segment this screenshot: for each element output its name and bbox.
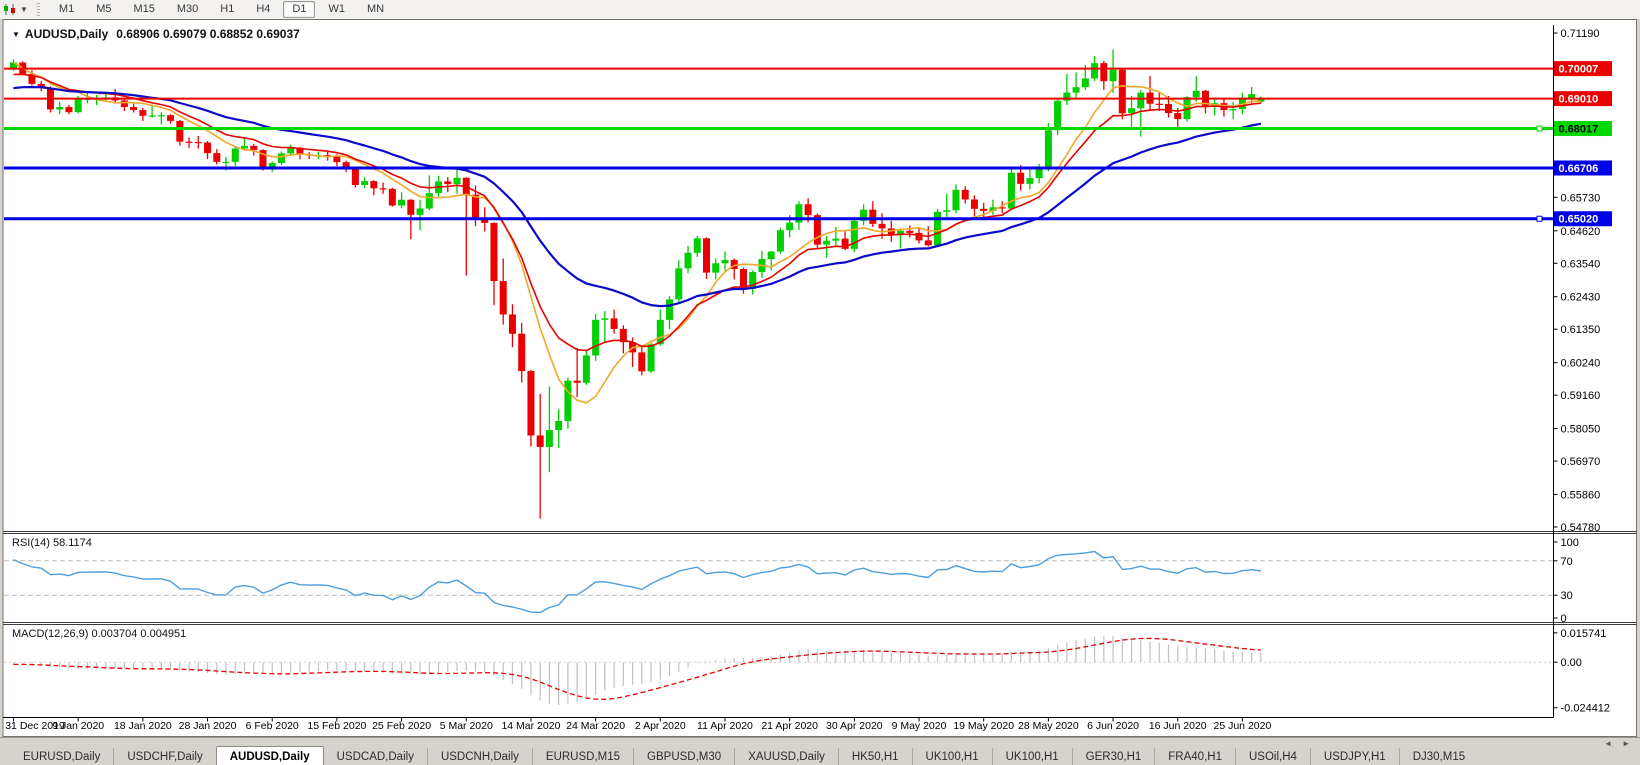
chart-menu-caret-icon[interactable]: ▼	[12, 30, 20, 39]
time-label: 28 Jan 2020	[178, 720, 237, 732]
svg-text:0.65020: 0.65020	[1559, 214, 1599, 226]
svg-text:0.63540: 0.63540	[1561, 258, 1601, 270]
time-label: 16 Jun 2020	[1148, 720, 1207, 732]
svg-text:0.60240: 0.60240	[1561, 358, 1601, 370]
tab-usdcnh-daily[interactable]: USDCNH,Daily	[426, 748, 532, 765]
svg-text:0.015741: 0.015741	[1561, 628, 1607, 640]
chart-window[interactable]: 0.70007 0.69010 0.68017 0.66706 0.65020 0.711…	[0, 19, 1640, 737]
tab-xauusd-daily[interactable]: XAUUSD,Daily	[734, 748, 838, 765]
svg-text:0.55860: 0.55860	[1561, 489, 1601, 501]
period-button-h1[interactable]: H1	[211, 1, 243, 18]
tab-usdcad-daily[interactable]: USDCAD,Daily	[324, 748, 427, 765]
hline-marker	[1536, 215, 1543, 222]
chart-ohlc-values: 0.68906 0.69079 0.68852 0.69037	[116, 27, 300, 41]
tab-scroll-left-button[interactable]: ◄	[1604, 739, 1612, 748]
time-label: 9 Jan 2020	[52, 720, 105, 732]
svg-text:0.56970: 0.56970	[1561, 456, 1601, 468]
chart-title: ▼ AUDUSD,Daily 0.68906 0.69079 0.68852 0.6…	[12, 27, 300, 41]
tab-usdjpy-h1[interactable]: USDJPY,H1	[1309, 748, 1399, 765]
tab-usoil-h4[interactable]: USOil,H4	[1234, 748, 1310, 765]
tab-dj30-m15[interactable]: DJ30,M15	[1398, 748, 1478, 765]
time-label: 11 Apr 2020	[697, 720, 753, 732]
period-button-h4[interactable]: H4	[247, 1, 279, 18]
time-label: 24 Mar 2020	[566, 720, 626, 732]
time-label: 21 Apr 2020	[761, 720, 818, 732]
period-button-mn[interactable]: MN	[358, 1, 393, 18]
svg-text:0: 0	[1561, 613, 1567, 625]
svg-text:0.59160: 0.59160	[1561, 390, 1601, 402]
chart-symbol-label: AUDUSD,Daily	[24, 27, 109, 41]
tab-scroll-right-button[interactable]: ►	[1622, 739, 1630, 748]
tab-hk50-h1[interactable]: HK50,H1	[837, 748, 912, 765]
chart-periods-icon-glyph	[4, 4, 15, 15]
tab-ger30-h1[interactable]: GER30,H1	[1071, 748, 1155, 765]
time-label: 30 Apr 2020	[826, 720, 883, 732]
macd-label: MACD(12,26,9) 0.003704 0.004951	[12, 628, 187, 640]
time-label: 2 Apr 2020	[634, 720, 686, 732]
timeframe-buttons: M1 M5 M15 M30 H1 H4 D1 W1 MN	[48, 1, 395, 18]
period-button-m1[interactable]: M1	[50, 1, 83, 18]
time-label: 25 Jun 2020	[1213, 720, 1272, 732]
svg-text:0.61350: 0.61350	[1561, 324, 1601, 336]
svg-text:0.62430: 0.62430	[1561, 292, 1601, 304]
tab-uk100-h1[interactable]: UK100,H1	[991, 748, 1072, 765]
svg-text:0.66706: 0.66706	[1559, 163, 1599, 175]
toolbar: ▼ M1 M5 M15 M30 H1 H4 D1 W1 MN	[0, 0, 1640, 20]
dropdown-caret-icon[interactable]: ▼	[20, 5, 28, 14]
svg-text:100: 100	[1561, 537, 1579, 549]
svg-text:-0.024412: -0.024412	[1561, 703, 1611, 715]
tab-eurusd-m15[interactable]: EURUSD,M15	[531, 748, 633, 765]
svg-text:0.64620: 0.64620	[1561, 226, 1601, 238]
time-label: 28 May 2020	[1018, 720, 1079, 732]
metatrader-window: { "toolbar": { "periods": ["M1","M5","M1…	[0, 0, 1640, 765]
time-label: 6 Jun 2020	[1087, 720, 1140, 732]
rsi-label: RSI(14) 58.1174	[12, 537, 92, 549]
time-label: 19 May 2020	[953, 720, 1015, 732]
period-button-m15[interactable]: M15	[124, 1, 163, 18]
svg-text:0.68017: 0.68017	[1559, 124, 1599, 136]
chart-tabs: EURUSD,Daily USDCHF,Daily AUDUSD,Daily USDC…	[0, 746, 1640, 765]
time-label: 15 Feb 2020	[307, 720, 367, 732]
time-label: 9 May 2020	[891, 720, 947, 732]
period-button-m30[interactable]: M30	[168, 1, 207, 18]
toolbar-grip	[35, 3, 40, 16]
hline-marker	[1536, 125, 1543, 132]
svg-text:0.69010: 0.69010	[1559, 94, 1599, 106]
svg-text:0.70007: 0.70007	[1559, 64, 1599, 76]
tab-audusd-daily[interactable]: AUDUSD,Daily	[215, 746, 324, 765]
chart-canvas[interactable]: 0.70007 0.69010 0.68017 0.66706 0.65020 0.711…	[0, 19, 1640, 737]
svg-text:0.71190: 0.71190	[1561, 28, 1600, 40]
tab-gbpusd-m30[interactable]: GBPUSD,M30	[633, 748, 734, 765]
tab-eurusd-daily[interactable]: EURUSD,Daily	[10, 748, 113, 765]
time-label: 5 Mar 2020	[439, 720, 493, 732]
time-label: 14 Mar 2020	[501, 720, 561, 732]
svg-text:0.00: 0.00	[1561, 657, 1582, 669]
svg-text:0.65730: 0.65730	[1561, 192, 1601, 204]
time-label: 6 Feb 2020	[245, 720, 299, 732]
time-label: 25 Feb 2020	[372, 720, 432, 732]
period-button-d1[interactable]: D1	[283, 1, 316, 18]
period-button-m5[interactable]: M5	[87, 1, 120, 18]
period-button-w1[interactable]: W1	[319, 1, 354, 18]
chart-periods-icon[interactable]	[3, 3, 17, 16]
svg-text:0.58050: 0.58050	[1561, 424, 1601, 436]
tab-uk100-h1[interactable]: UK100,H1	[911, 748, 992, 765]
time-label: 18 Jan 2020	[113, 720, 172, 732]
tab-fra40-h1[interactable]: FRA40,H1	[1154, 748, 1235, 765]
svg-text:0.54780: 0.54780	[1561, 522, 1601, 534]
svg-text:70: 70	[1561, 556, 1573, 568]
svg-text:30: 30	[1561, 590, 1573, 602]
tab-usdchf-daily[interactable]: USDCHF,Daily	[113, 748, 215, 765]
